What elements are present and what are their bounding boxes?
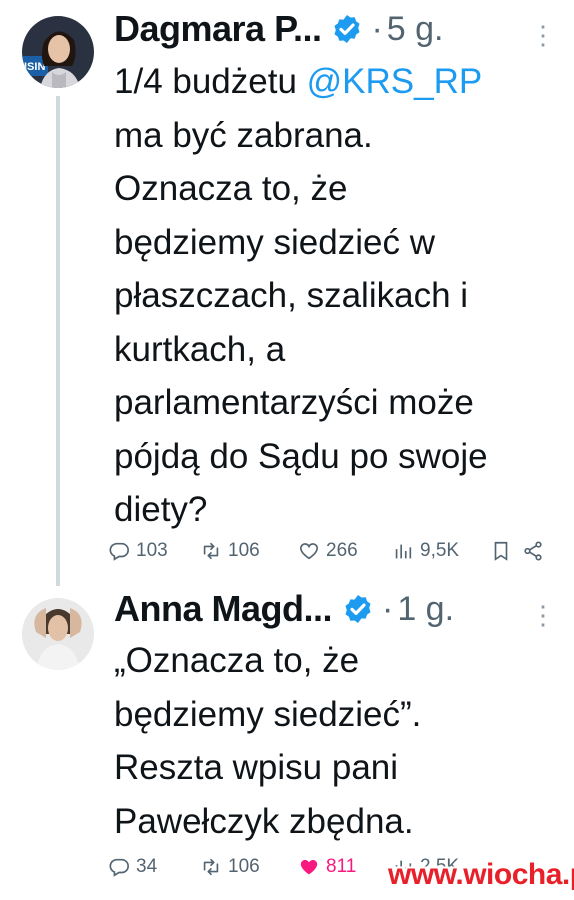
tweet-text-line: parlamentarzyści może xyxy=(114,383,474,422)
timestamp[interactable]: 1 g. xyxy=(397,590,454,629)
mention-link[interactable]: @KRS_RP xyxy=(307,62,483,101)
retweet-count: 106 xyxy=(228,856,260,877)
bookmark-icon xyxy=(494,541,508,561)
share-icon xyxy=(524,541,542,561)
tweet-text-line: Oznacza to, że xyxy=(114,169,348,208)
retweet-icon xyxy=(203,542,219,560)
reply-count: 34 xyxy=(136,856,158,877)
avatar-photo xyxy=(22,598,94,670)
author-name[interactable]: Dagmara P... xyxy=(114,8,322,50)
retweet-count: 106 xyxy=(228,540,260,561)
tweet-text-line: ma być zabrana. xyxy=(114,115,373,155)
tweet-text-line: płaszczach, szalikach i xyxy=(114,276,469,315)
thread-line xyxy=(56,96,60,586)
like-count: 266 xyxy=(326,540,358,561)
tweet-header: Anna Magd... · 1 g. xyxy=(114,588,454,630)
tweet-text-line: diety? xyxy=(114,490,208,529)
bookmark-button[interactable] xyxy=(490,540,512,562)
verified-badge-icon xyxy=(334,15,360,43)
reply-icon xyxy=(109,542,129,561)
avatar-dagmara[interactable]: ISIN xyxy=(22,16,94,88)
retweet-icon xyxy=(203,858,219,876)
tweet-text-line: 1/4 budżetu @KRS_RP xyxy=(114,55,564,109)
like-count: 811 xyxy=(326,856,357,877)
watermark: www.wiocha.pl xyxy=(388,858,574,891)
more-options-icon[interactable]: ⋮ xyxy=(530,22,556,48)
tweet-text: „Oznacza to, że będziemy siedzieć”. Resz… xyxy=(114,634,564,848)
tweet-actions: 103 106 266 9,5K xyxy=(108,540,558,566)
heart-filled-icon xyxy=(300,859,318,875)
tweet-text-line: będziemy siedzieć w xyxy=(114,222,435,262)
retweet-button[interactable]: 106 xyxy=(200,856,260,878)
share-button[interactable] xyxy=(522,540,544,562)
author-name[interactable]: Anna Magd... xyxy=(114,588,333,630)
avatar-photo: ISIN xyxy=(22,16,94,88)
reply-button[interactable]: 34 xyxy=(108,856,157,878)
tweet-text-line: kurtkach, a xyxy=(114,329,286,369)
separator-dot: · xyxy=(371,9,383,48)
like-button[interactable]: 811 xyxy=(298,856,356,878)
separator-dot: · xyxy=(382,589,394,628)
more-options-icon[interactable]: ⋮ xyxy=(530,602,556,628)
reply-icon xyxy=(109,858,129,877)
avatar-anna[interactable] xyxy=(22,598,94,670)
views-icon xyxy=(395,544,412,559)
heart-icon xyxy=(299,543,319,560)
verified-badge-icon xyxy=(345,595,371,623)
tweet-text-line: będziemy siedzieć”. xyxy=(114,694,422,734)
tweet-text-line: Reszta wpisu pani xyxy=(114,748,399,787)
tweet-text-line: pójdą do Sądu po swoje xyxy=(114,436,488,476)
timestamp[interactable]: 5 g. xyxy=(387,10,444,49)
reply-count: 103 xyxy=(136,540,168,561)
avatar-caption: ISIN xyxy=(24,61,45,73)
retweet-button[interactable]: 106 xyxy=(200,540,260,562)
reply-button[interactable]: 103 xyxy=(108,540,168,562)
tweet-text: 1/4 budżetu @KRS_RP ma być zabrana. Ozna… xyxy=(114,55,564,537)
like-button[interactable]: 266 xyxy=(298,540,358,562)
views-button[interactable]: 9,5K xyxy=(392,540,459,562)
views-count: 9,5K xyxy=(420,540,460,561)
tweet-text-line: Pawełczyk zbędna. xyxy=(114,801,414,841)
tweet-text-line: „Oznacza to, że xyxy=(114,641,360,680)
text-before-mention: 1/4 budżetu xyxy=(114,62,307,101)
tweet-header: Dagmara P... · 5 g. xyxy=(114,8,444,50)
